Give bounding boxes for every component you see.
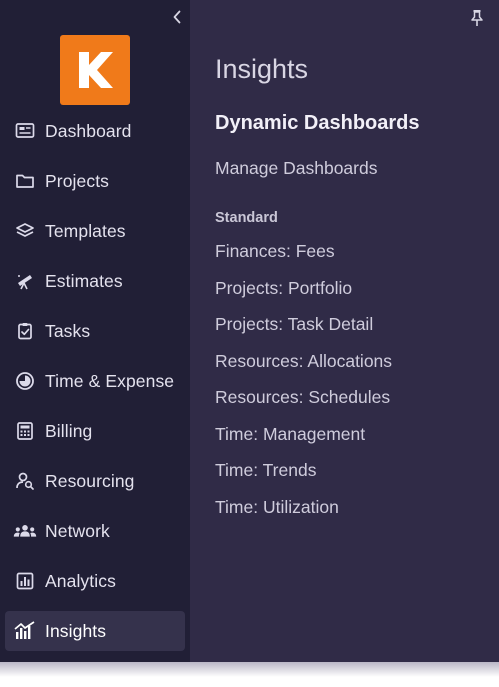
dashboard-link[interactable]: Resources: Schedules [215,387,392,424]
sidebar-item-billing[interactable]: Billing [5,411,185,451]
sidebar-item-label: Network [45,520,110,541]
group-label-standard: Standard [215,210,278,226]
insights-chart-icon [13,619,37,643]
dashboard-link[interactable]: Projects: Portfolio [215,278,392,315]
pin-icon [471,10,483,26]
sidebar-item-label: Estimates [45,270,123,291]
sidebar: Dashboard Projects Templates Estimates T… [0,0,190,670]
k-logo-icon [79,52,113,88]
bar-chart-icon [13,569,37,593]
dashboard-list: Finances: Fees Projects: Portfolio Proje… [215,241,392,533]
sidebar-item-label: Resourcing [45,470,135,491]
users-icon [13,519,37,543]
sidebar-item-templates[interactable]: Templates [5,211,185,251]
layers-icon [13,219,37,243]
sidebar-item-label: Dashboard [45,120,132,141]
sidebar-item-resourcing[interactable]: Resourcing [5,461,185,501]
telescope-icon [13,269,37,293]
chevron-left-icon [173,10,181,24]
page-title: Insights [215,54,309,84]
sidebar-item-label: Projects [45,170,110,191]
sidebar-item-tasks[interactable]: Tasks [5,311,185,351]
dashboard-icon [13,119,37,143]
dashboard-link[interactable]: Finances: Fees [215,241,392,278]
sidebar-item-label: Billing [45,420,93,441]
dashboard-link[interactable]: Resources: Allocations [215,351,392,388]
sidebar-item-label: Analytics [45,570,116,591]
sidebar-item-label: Time & Expense [45,370,175,391]
sidebar-item-label: Templates [45,220,126,241]
calculator-icon [13,419,37,443]
dashboard-link[interactable]: Time: Management [215,424,392,461]
dashboard-link[interactable]: Time: Utilization [215,497,392,534]
sidebar-item-label: Tasks [45,320,91,341]
app-logo[interactable] [60,35,130,105]
sidebar-item-projects[interactable]: Projects [5,161,185,201]
sidebar-item-analytics[interactable]: Analytics [5,561,185,601]
clipboard-check-icon [13,319,37,343]
dashboard-link[interactable]: Projects: Task Detail [215,314,392,351]
manage-dashboards-link[interactable]: Manage Dashboards [215,158,377,179]
collapse-sidebar-button[interactable] [168,7,186,27]
clock-pie-icon [13,369,37,393]
sidebar-nav: Dashboard Projects Templates Estimates T… [0,111,190,661]
bottom-shadow [0,662,499,687]
sidebar-item-label: Insights [45,620,107,641]
dashboard-link[interactable]: Time: Trends [215,460,392,497]
sidebar-item-time-expense[interactable]: Time & Expense [5,361,185,401]
folder-icon [13,169,37,193]
sidebar-item-insights[interactable]: Insights [5,611,185,651]
section-title: Dynamic Dashboards [215,112,420,134]
user-search-icon [13,469,37,493]
sidebar-item-network[interactable]: Network [5,511,185,551]
pin-panel-button[interactable] [468,8,486,28]
sidebar-item-dashboard[interactable]: Dashboard [5,111,185,151]
sidebar-item-estimates[interactable]: Estimates [5,261,185,301]
